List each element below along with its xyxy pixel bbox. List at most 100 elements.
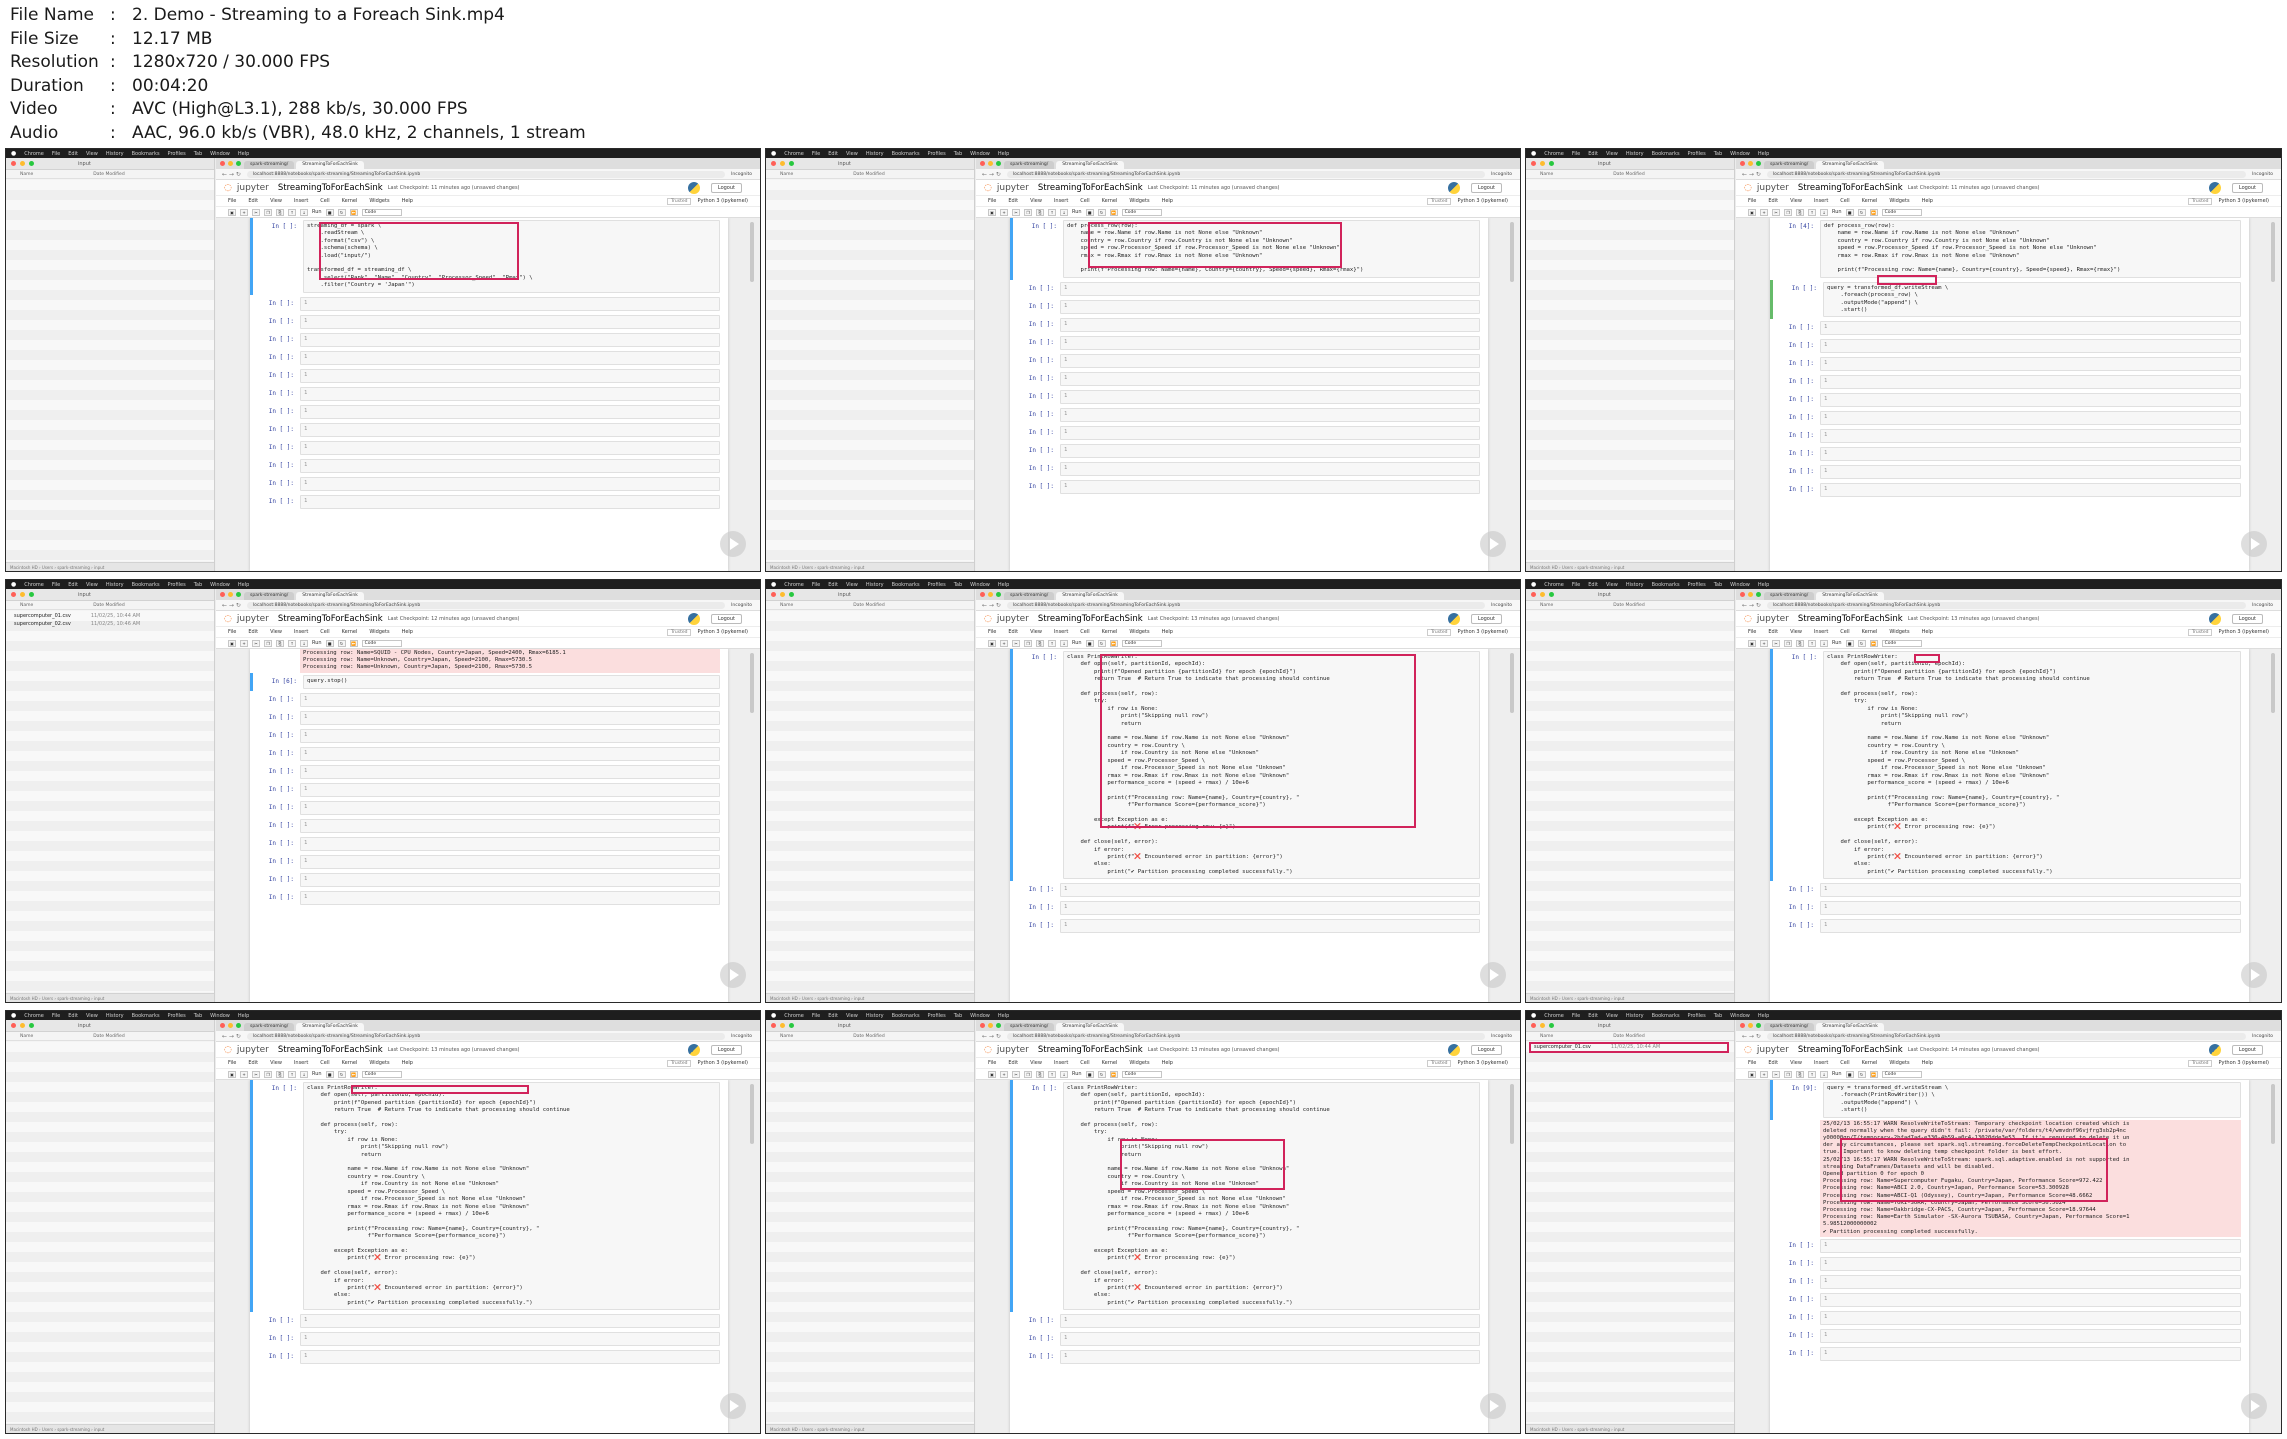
scrollbar[interactable] (2271, 1084, 2275, 1144)
plus-icon[interactable]: + (1000, 208, 1008, 216)
nav-arrows-icon[interactable]: ← → ↻ (222, 1033, 241, 1040)
copy-icon[interactable]: ❐ (1024, 639, 1032, 647)
arrow-up-icon[interactable]: ↑ (288, 1070, 296, 1078)
play-icon[interactable] (1480, 531, 1506, 557)
empty-code-cell[interactable]: In [ ]: 1 (250, 709, 728, 727)
cell-input[interactable]: 1 (300, 836, 720, 851)
play-icon[interactable] (720, 1393, 746, 1419)
mac-menu-item[interactable]: Edit (828, 1013, 838, 1019)
copy-icon[interactable]: ❐ (1024, 208, 1032, 216)
cut-icon[interactable]: ✂ (1772, 1070, 1780, 1078)
close-icon[interactable] (1740, 161, 1745, 166)
url-field[interactable]: localhost:8888/notebooks/spark-streaming… (1766, 170, 2247, 178)
cell-input[interactable]: 1 (1060, 335, 1480, 350)
finder-col-date[interactable]: Date Modified (853, 1034, 884, 1039)
cell-input[interactable]: 1 (1060, 299, 1480, 314)
mac-menu-item[interactable]: History (866, 151, 884, 157)
trusted-badge[interactable]: Trusted (666, 197, 692, 205)
logout-button[interactable]: Logout (1470, 613, 1502, 624)
zoom-icon[interactable] (1549, 1023, 1554, 1028)
cell-input[interactable]: 1 (1060, 353, 1480, 368)
menu-cell[interactable]: Cell (320, 629, 329, 635)
cell-input[interactable]: 1 (300, 728, 720, 743)
mac-menu-item[interactable]: Profiles (928, 151, 946, 157)
tab-finder[interactable]: spark-streaming/ (1004, 592, 1055, 600)
apple-icon[interactable]: ● (771, 1012, 776, 1019)
mac-menu-item[interactable]: Edit (1588, 151, 1598, 157)
nav-arrows-icon[interactable]: ← → ↻ (222, 602, 241, 609)
logout-button[interactable]: Logout (1470, 1044, 1502, 1055)
minimize-icon[interactable] (228, 592, 233, 597)
menu-widgets[interactable]: Widgets (369, 629, 389, 635)
cell-input[interactable]: 1 (1820, 375, 2241, 390)
scrollbar[interactable] (2271, 222, 2275, 282)
mac-menu-item[interactable]: Bookmarks (132, 151, 160, 157)
save-icon[interactable]: ▣ (228, 208, 236, 216)
cell-input[interactable]: 1 (1060, 1314, 1480, 1329)
code-cell[interactable]: In [ ]: class PrintRowWriter: def open(se… (1770, 649, 2249, 882)
menu-edit[interactable]: Edit (248, 1060, 258, 1066)
cell-input[interactable]: 1 (300, 314, 720, 329)
apple-icon[interactable]: ● (771, 581, 776, 588)
mac-menu-item[interactable]: Tab (1714, 582, 1722, 588)
nav-arrows-icon[interactable]: ← → ↻ (1742, 602, 1761, 609)
mac-menu-item[interactable]: History (1626, 151, 1644, 157)
cell-input[interactable]: 1 (1820, 901, 2241, 916)
cell-input[interactable]: 1 (300, 296, 720, 311)
mac-menu-item[interactable]: Bookmarks (892, 1013, 920, 1019)
menu-insert[interactable]: Insert (1054, 629, 1068, 635)
cell-input[interactable]: 1 (1820, 1346, 2241, 1361)
menu-file[interactable]: File (988, 629, 996, 635)
nav-arrows-icon[interactable]: ← → ↻ (1742, 1033, 1761, 1040)
fast-forward-icon[interactable]: ⏩ (1869, 1070, 1878, 1078)
fast-forward-icon[interactable]: ⏩ (1109, 639, 1118, 647)
mac-menu-item[interactable]: Profiles (928, 582, 946, 588)
menu-insert[interactable]: Insert (1054, 1060, 1068, 1066)
tab-finder[interactable]: spark-streaming/ (244, 592, 295, 600)
minimize-icon[interactable] (20, 592, 25, 597)
mac-menu-item[interactable]: View (846, 151, 858, 157)
cut-icon[interactable]: ✂ (1772, 639, 1780, 647)
empty-code-cell[interactable]: In [ ]: 1 (250, 349, 728, 367)
finder-col-name[interactable]: Name (1540, 603, 1553, 608)
logout-button[interactable]: Logout (2231, 182, 2263, 193)
mac-menu-item[interactable]: Bookmarks (892, 151, 920, 157)
arrow-down-icon[interactable]: ↓ (300, 639, 308, 647)
finder-col-name[interactable]: Name (780, 603, 793, 608)
cell-input[interactable]: 1 (1820, 429, 2241, 444)
cell-input[interactable]: 1 (1060, 443, 1480, 458)
run-button[interactable]: Run (312, 640, 322, 646)
copy-icon[interactable]: ❐ (1784, 639, 1792, 647)
cell-input[interactable]: 1 (300, 1332, 720, 1347)
empty-code-cell[interactable]: In [ ]: 1 (1010, 388, 1488, 406)
url-field[interactable]: localhost:8888/notebooks/spark-streaming… (1006, 1032, 1486, 1040)
cell-input[interactable]: 1 (300, 800, 720, 815)
tab-notebook[interactable]: StreamingToForEachSink (1056, 161, 1124, 169)
mac-menu-item[interactable]: View (1606, 1013, 1618, 1019)
empty-code-cell[interactable]: In [ ]: 1 (1770, 391, 2249, 409)
mac-menu-item[interactable]: History (866, 1013, 884, 1019)
finder-col-date[interactable]: Date Modified (853, 172, 884, 177)
cell-input[interactable]: 1 (1060, 389, 1480, 404)
cut-icon[interactable]: ✂ (252, 1070, 260, 1078)
cell-input[interactable]: 1 (1820, 1292, 2241, 1307)
cell-type-select[interactable]: Code (361, 639, 402, 647)
finder-col-name[interactable]: Name (1540, 172, 1553, 177)
cell-input[interactable]: 1 (300, 386, 720, 401)
mac-menu-item[interactable]: View (1606, 582, 1618, 588)
close-icon[interactable] (11, 161, 16, 166)
empty-code-cell[interactable]: In [ ]: 1 (1010, 424, 1488, 442)
tab-notebook[interactable]: StreamingToForEachSink (1816, 1023, 1884, 1031)
empty-code-cell[interactable]: In [ ]: 1 (1770, 881, 2249, 899)
menu-widgets[interactable]: Widgets (1889, 1060, 1909, 1066)
mac-menu-item[interactable]: File (1572, 1013, 1580, 1019)
code-cell[interactable]: In [4]: def process_row(row): name = row.… (1770, 218, 2249, 280)
save-icon[interactable]: ▣ (228, 639, 236, 647)
empty-code-cell[interactable]: In [ ]: 1 (1770, 319, 2249, 337)
arrow-up-icon[interactable]: ↑ (1048, 639, 1056, 647)
arrow-down-icon[interactable]: ↓ (1060, 639, 1068, 647)
finder-col-name[interactable]: Name (1540, 1034, 1553, 1039)
incognito-badge[interactable]: Incognito (731, 172, 752, 177)
menu-help[interactable]: Help (402, 1060, 413, 1066)
cell-input[interactable]: 1 (300, 368, 720, 383)
